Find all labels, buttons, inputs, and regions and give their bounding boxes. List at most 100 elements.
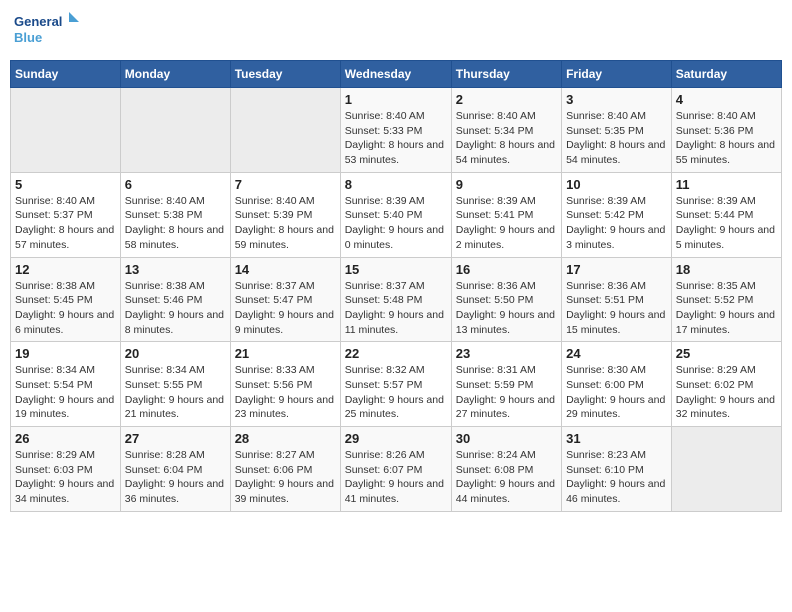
calendar-cell: 16 Sunrise: 8:36 AM Sunset: 5:50 PM Dayli… [451,257,561,342]
calendar-cell: 28 Sunrise: 8:27 AM Sunset: 6:06 PM Dayli… [230,427,340,512]
day-number: 18 [676,262,777,277]
day-detail: Sunrise: 8:23 AM Sunset: 6:10 PM Dayligh… [566,448,667,507]
calendar-cell: 25 Sunrise: 8:29 AM Sunset: 6:02 PM Dayli… [671,342,781,427]
calendar-cell: 24 Sunrise: 8:30 AM Sunset: 6:00 PM Dayli… [562,342,672,427]
day-detail: Sunrise: 8:40 AM Sunset: 5:34 PM Dayligh… [456,109,557,168]
calendar-week-row: 12Sunrise: 8:38 AM Sunset: 5:45 PM Dayli… [11,257,782,342]
day-number: 5 [15,177,116,192]
day-number: 13 [125,262,226,277]
calendar-cell: 7 Sunrise: 8:40 AM Sunset: 5:39 PM Daylig… [230,172,340,257]
day-detail: Sunrise: 8:28 AM Sunset: 6:04 PM Dayligh… [125,448,226,507]
day-detail: Sunrise: 8:40 AM Sunset: 5:37 PM Dayligh… [15,194,116,253]
day-detail: Sunrise: 8:26 AM Sunset: 6:07 PM Dayligh… [345,448,447,507]
calendar-cell: 22Sunrise: 8:32 AM Sunset: 5:57 PM Dayli… [340,342,451,427]
svg-text:General: General [14,14,62,29]
calendar-cell: 18 Sunrise: 8:35 AM Sunset: 5:52 PM Dayli… [671,257,781,342]
calendar-cell: 3 Sunrise: 8:40 AM Sunset: 5:35 PM Daylig… [562,88,672,173]
day-detail: Sunrise: 8:40 AM Sunset: 5:38 PM Dayligh… [125,194,226,253]
page-header: General Blue [10,10,782,52]
day-detail: Sunrise: 8:36 AM Sunset: 5:50 PM Dayligh… [456,279,557,338]
calendar-cell [11,88,121,173]
calendar-cell: 1 Sunrise: 8:40 AM Sunset: 5:33 PM Daylig… [340,88,451,173]
calendar-cell: 9 Sunrise: 8:39 AM Sunset: 5:41 PM Daylig… [451,172,561,257]
day-detail: Sunrise: 8:29 AM Sunset: 6:02 PM Dayligh… [676,363,777,422]
day-number: 25 [676,346,777,361]
calendar-cell: 8 Sunrise: 8:39 AM Sunset: 5:40 PM Daylig… [340,172,451,257]
calendar-cell [120,88,230,173]
day-detail: Sunrise: 8:39 AM Sunset: 5:44 PM Dayligh… [676,194,777,253]
day-number: 17 [566,262,667,277]
weekday-header: Friday [562,61,672,88]
day-number: 15 [345,262,447,277]
calendar-table: SundayMondayTuesdayWednesdayThursdayFrid… [10,60,782,512]
day-detail: Sunrise: 8:39 AM Sunset: 5:40 PM Dayligh… [345,194,447,253]
day-detail: Sunrise: 8:37 AM Sunset: 5:47 PM Dayligh… [235,279,336,338]
weekday-header: Sunday [11,61,121,88]
day-detail: Sunrise: 8:24 AM Sunset: 6:08 PM Dayligh… [456,448,557,507]
calendar-cell: 15 Sunrise: 8:37 AM Sunset: 5:48 PM Dayli… [340,257,451,342]
calendar-cell: 11 Sunrise: 8:39 AM Sunset: 5:44 PM Dayli… [671,172,781,257]
calendar-week-row: 1 Sunrise: 8:40 AM Sunset: 5:33 PM Daylig… [11,88,782,173]
day-detail: Sunrise: 8:27 AM Sunset: 6:06 PM Dayligh… [235,448,336,507]
calendar-cell: 19Sunrise: 8:34 AM Sunset: 5:54 PM Dayli… [11,342,121,427]
day-number: 29 [345,431,447,446]
day-detail: Sunrise: 8:40 AM Sunset: 5:36 PM Dayligh… [676,109,777,168]
calendar-cell: 26 Sunrise: 8:29 AM Sunset: 6:03 PM Dayli… [11,427,121,512]
day-detail: Sunrise: 8:40 AM Sunset: 5:33 PM Dayligh… [345,109,447,168]
day-detail: Sunrise: 8:38 AM Sunset: 5:45 PM Dayligh… [15,279,116,338]
day-detail: Sunrise: 8:40 AM Sunset: 5:39 PM Dayligh… [235,194,336,253]
day-number: 21 [235,346,336,361]
calendar-cell: 27 Sunrise: 8:28 AM Sunset: 6:04 PM Dayli… [120,427,230,512]
day-detail: Sunrise: 8:39 AM Sunset: 5:41 PM Dayligh… [456,194,557,253]
day-number: 1 [345,92,447,107]
day-number: 2 [456,92,557,107]
day-number: 28 [235,431,336,446]
calendar-cell: 14 Sunrise: 8:37 AM Sunset: 5:47 PM Dayli… [230,257,340,342]
day-number: 14 [235,262,336,277]
day-number: 22 [345,346,447,361]
day-number: 7 [235,177,336,192]
day-number: 9 [456,177,557,192]
calendar-cell: 4 Sunrise: 8:40 AM Sunset: 5:36 PM Daylig… [671,88,781,173]
calendar-cell: 31Sunrise: 8:23 AM Sunset: 6:10 PM Dayli… [562,427,672,512]
calendar-week-row: 5 Sunrise: 8:40 AM Sunset: 5:37 PM Daylig… [11,172,782,257]
calendar-cell: 30Sunrise: 8:24 AM Sunset: 6:08 PM Dayli… [451,427,561,512]
calendar-week-row: 19Sunrise: 8:34 AM Sunset: 5:54 PM Dayli… [11,342,782,427]
calendar-cell: 17Sunrise: 8:36 AM Sunset: 5:51 PM Dayli… [562,257,672,342]
day-number: 19 [15,346,116,361]
day-number: 26 [15,431,116,446]
day-number: 3 [566,92,667,107]
day-detail: Sunrise: 8:38 AM Sunset: 5:46 PM Dayligh… [125,279,226,338]
day-number: 27 [125,431,226,446]
logo: General Blue [14,10,84,52]
calendar-cell: 13 Sunrise: 8:38 AM Sunset: 5:46 PM Dayli… [120,257,230,342]
calendar-header-row: SundayMondayTuesdayWednesdayThursdayFrid… [11,61,782,88]
day-number: 16 [456,262,557,277]
calendar-cell: 23Sunrise: 8:31 AM Sunset: 5:59 PM Dayli… [451,342,561,427]
day-detail: Sunrise: 8:29 AM Sunset: 6:03 PM Dayligh… [15,448,116,507]
day-number: 8 [345,177,447,192]
calendar-cell: 12Sunrise: 8:38 AM Sunset: 5:45 PM Dayli… [11,257,121,342]
calendar-cell: 10Sunrise: 8:39 AM Sunset: 5:42 PM Dayli… [562,172,672,257]
weekday-header: Wednesday [340,61,451,88]
calendar-week-row: 26 Sunrise: 8:29 AM Sunset: 6:03 PM Dayli… [11,427,782,512]
weekday-header: Saturday [671,61,781,88]
day-number: 20 [125,346,226,361]
calendar-cell [671,427,781,512]
day-detail: Sunrise: 8:30 AM Sunset: 6:00 PM Dayligh… [566,363,667,422]
weekday-header: Thursday [451,61,561,88]
day-number: 4 [676,92,777,107]
day-number: 24 [566,346,667,361]
logo-svg: General Blue [14,10,84,52]
day-detail: Sunrise: 8:40 AM Sunset: 5:35 PM Dayligh… [566,109,667,168]
calendar-cell: 29 Sunrise: 8:26 AM Sunset: 6:07 PM Dayli… [340,427,451,512]
calendar-cell: 2 Sunrise: 8:40 AM Sunset: 5:34 PM Daylig… [451,88,561,173]
weekday-header: Monday [120,61,230,88]
day-detail: Sunrise: 8:35 AM Sunset: 5:52 PM Dayligh… [676,279,777,338]
calendar-cell: 5 Sunrise: 8:40 AM Sunset: 5:37 PM Daylig… [11,172,121,257]
day-detail: Sunrise: 8:39 AM Sunset: 5:42 PM Dayligh… [566,194,667,253]
day-number: 6 [125,177,226,192]
svg-text:Blue: Blue [14,30,42,45]
day-number: 11 [676,177,777,192]
day-detail: Sunrise: 8:37 AM Sunset: 5:48 PM Dayligh… [345,279,447,338]
